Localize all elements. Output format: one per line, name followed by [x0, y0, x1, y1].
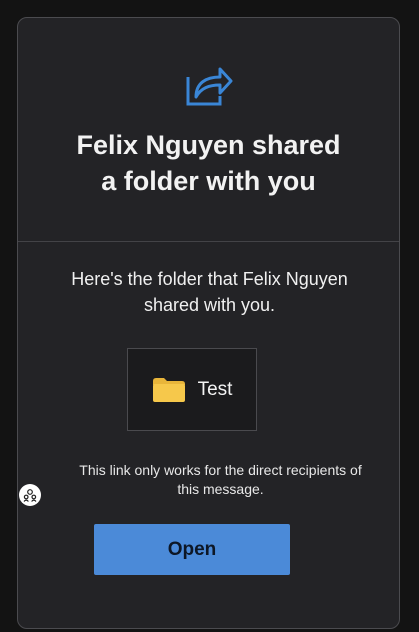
title-line-2: a folder with you [101, 166, 316, 196]
message-line-2: shared with you. [143, 295, 276, 315]
notice-line-2: this message. [177, 481, 264, 497]
page-title: Felix Nguyen shared a folder with you [18, 127, 399, 199]
share-header: Felix Nguyen shared a folder with you [18, 18, 399, 242]
share-icon [186, 67, 233, 106]
title-line-1: Felix Nguyen shared [76, 130, 341, 160]
message-line-1: Here's the folder that Felix Nguyen [71, 269, 348, 289]
folder-icon [152, 377, 185, 402]
notice-line-1: This link only works for the direct reci… [79, 462, 362, 478]
people-badge[interactable] [19, 484, 41, 506]
shared-folder-tile[interactable]: Test [127, 348, 257, 431]
folder-name: Test [197, 378, 233, 400]
share-message: Here's the folder that Felix Nguyen shar… [0, 266, 419, 318]
people-icon [23, 489, 37, 502]
recipient-notice: This link only works for the direct reci… [0, 461, 419, 499]
open-button[interactable]: Open [94, 524, 290, 575]
